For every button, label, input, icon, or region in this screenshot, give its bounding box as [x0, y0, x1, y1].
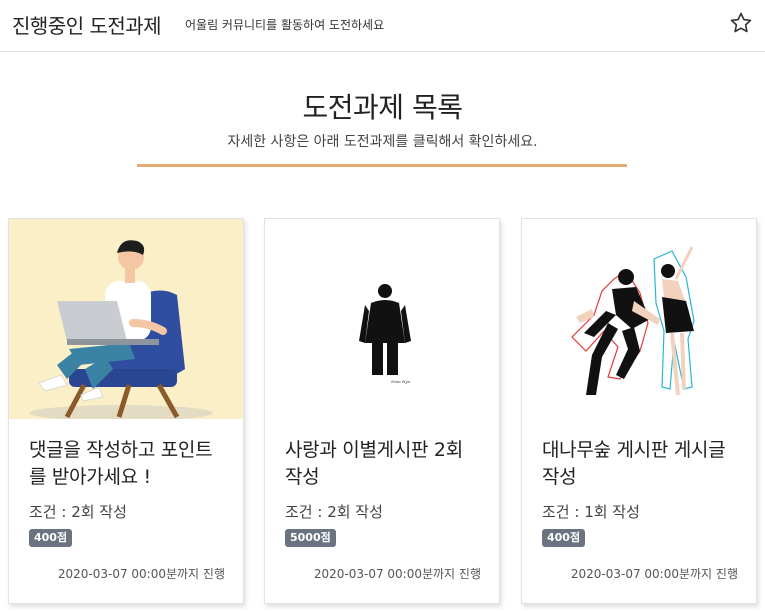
- card-deadline: 2020-03-07 00:00분까지 진행: [570, 567, 738, 581]
- page-title: 진행중인 도전과제: [12, 14, 162, 38]
- app-header: 진행중인 도전과제 어울림 커뮤니티를 활동하여 도전하세요: [0, 0, 765, 52]
- page-subtitle: 어울림 커뮤니티를 활동하여 도전하세요: [185, 18, 385, 32]
- man-in-suit-illustration: Nam Hyo: [265, 219, 499, 419]
- points-badge: 400점: [29, 529, 73, 547]
- challenge-card[interactable]: Nam Hyo 사랑과 이별게시판 2회 작성 조건 : 2회 작성 5000점…: [264, 218, 500, 604]
- card-condition: 조건 : 2회 작성: [29, 503, 127, 521]
- challenge-card[interactable]: 대나무숲 게시판 게시글작성 조건 : 1회 작성 400점 2020-03-0…: [521, 218, 757, 604]
- star-icon[interactable]: [729, 11, 753, 35]
- card-deadline: 2020-03-07 00:00분까지 진행: [57, 567, 225, 581]
- card-title: 댓글을 작성하고 포인트를 받아가세요 !: [29, 439, 213, 488]
- section-title: 도전과제 목록: [302, 91, 463, 124]
- card-image: [9, 219, 243, 419]
- man-with-laptop-illustration: [9, 219, 243, 419]
- card-title: 대나무숲 게시판 게시글작성: [542, 439, 726, 488]
- card-image: Nam Hyo: [265, 219, 499, 419]
- points-badge: 400점: [542, 529, 586, 547]
- dancing-couple-illustration: [522, 219, 756, 419]
- points-badge: 5000점: [285, 529, 336, 547]
- card-condition: 조건 : 2회 작성: [285, 503, 383, 521]
- card-deadline: 2020-03-07 00:00분까지 진행: [313, 567, 481, 581]
- card-title: 사랑과 이별게시판 2회 작성: [285, 439, 463, 488]
- section-divider: [137, 164, 627, 167]
- challenge-card[interactable]: 댓글을 작성하고 포인트를 받아가세요 ! 조건 : 2회 작성 400점 20…: [8, 218, 244, 604]
- card-condition: 조건 : 1회 작성: [542, 503, 640, 521]
- svg-text:Nam Hyo: Nam Hyo: [390, 379, 411, 384]
- section-subtitle: 자세한 사항은 아래 도전과제를 클릭해서 확인하세요.: [227, 134, 538, 150]
- card-image: [522, 219, 756, 419]
